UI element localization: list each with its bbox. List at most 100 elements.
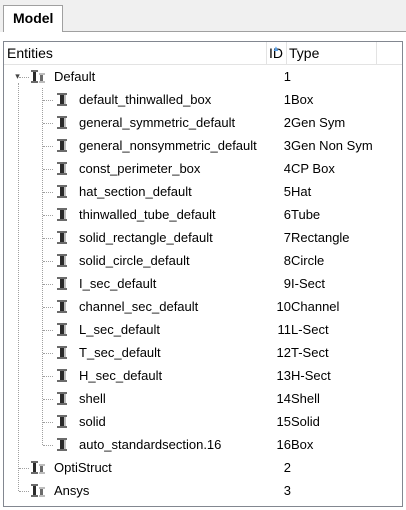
tree-row-label: Default bbox=[54, 69, 96, 84]
tree-row-label: auto_standardsection.16 bbox=[79, 437, 222, 452]
beam-section-collector-icon bbox=[30, 483, 46, 498]
beam-section-icon bbox=[54, 253, 70, 268]
tree-row-child-8[interactable]: solid_circle_default 8 Circle bbox=[4, 249, 402, 272]
tree-row-label: solid_circle_default bbox=[79, 253, 190, 268]
tree-row-child-10[interactable]: channel_sec_default 10 Channel bbox=[4, 295, 402, 318]
beam-section-icon bbox=[54, 322, 70, 337]
tree-row-child-6[interactable]: thinwalled_tube_default 6 Tube bbox=[4, 203, 402, 226]
tree-row-id: 1 bbox=[283, 92, 291, 107]
tree-row-type: Channel bbox=[291, 299, 340, 314]
beam-section-icon bbox=[54, 207, 70, 222]
beam-section-icon bbox=[54, 138, 70, 153]
column-header-filler bbox=[377, 42, 402, 64]
beam-section-icon bbox=[54, 184, 70, 199]
tree-row-type: Shell bbox=[291, 391, 320, 406]
tree-row-type: Solid bbox=[291, 414, 320, 429]
tree-row-id: 2 bbox=[283, 460, 291, 475]
column-header-entities[interactable]: Entities bbox=[4, 42, 267, 64]
tree-row-child-1[interactable]: default_thinwalled_box 1 Box bbox=[4, 88, 402, 111]
tree-row-id: 7 bbox=[283, 230, 291, 245]
tree-row-id: 10 bbox=[276, 299, 291, 314]
tree-row-type: Gen Sym bbox=[291, 115, 346, 130]
tree-row-id: 15 bbox=[276, 414, 291, 429]
tree-row-type: Circle bbox=[291, 253, 325, 268]
tree-row-id: 3 bbox=[283, 138, 291, 153]
tree-row-label: L_sec_default bbox=[79, 322, 160, 337]
beam-section-icon bbox=[54, 276, 70, 291]
tree-row-label: hat_section_default bbox=[79, 184, 192, 199]
tree-row-type: Box bbox=[291, 92, 314, 107]
tree-row-type: T-Sect bbox=[291, 345, 329, 360]
tree-row-child-5[interactable]: hat_section_default 5 Hat bbox=[4, 180, 402, 203]
tree-row-type: CP Box bbox=[291, 161, 335, 176]
beam-section-icon bbox=[54, 414, 70, 429]
tree-row-label: H_sec_default bbox=[79, 368, 163, 383]
tree-row-label: solid bbox=[79, 414, 106, 429]
tree-row-type: Box bbox=[291, 437, 314, 452]
column-header-type[interactable]: Type bbox=[287, 42, 377, 64]
tree-row-child-2[interactable]: general_symmetric_default 2 Gen Sym bbox=[4, 111, 402, 134]
beam-section-icon bbox=[54, 368, 70, 383]
tree-row-child-14[interactable]: shell 14 Shell bbox=[4, 387, 402, 410]
tree-row-label: T_sec_default bbox=[79, 345, 161, 360]
tree-row-id: 11 bbox=[277, 322, 292, 337]
tree-row-label: Ansys bbox=[54, 483, 90, 498]
tree-row-label: solid_rectangle_default bbox=[79, 230, 213, 245]
tree-row-label: channel_sec_default bbox=[79, 299, 199, 314]
tree-row-child-15[interactable]: solid 15 Solid bbox=[4, 410, 402, 433]
tree-row-child-16[interactable]: auto_standardsection.16 16 Box bbox=[4, 433, 402, 456]
tab-model[interactable]: Model bbox=[3, 5, 63, 32]
tree-row-type: Tube bbox=[291, 207, 321, 222]
tree-row-child-12[interactable]: T_sec_default 12 T-Sect bbox=[4, 341, 402, 364]
tree-row-child-7[interactable]: solid_rectangle_default 7 Rectangle bbox=[4, 226, 402, 249]
tree-row-id: 1 bbox=[283, 69, 291, 84]
tree-row-type: H-Sect bbox=[291, 368, 331, 383]
tree-row-label: OptiStruct bbox=[54, 460, 112, 475]
column-header: Entities ▲ ID Type bbox=[4, 42, 402, 65]
tree-row-label: default_thinwalled_box bbox=[79, 92, 212, 107]
tree-row-id: 6 bbox=[283, 207, 291, 222]
tree-row-id: 8 bbox=[283, 253, 291, 268]
tree-row-label: general_nonsymmetric_default bbox=[79, 138, 257, 153]
sort-ascending-icon: ▲ bbox=[272, 44, 280, 53]
tree-row-id: 4 bbox=[283, 161, 291, 176]
tree-row-type: I-Sect bbox=[291, 276, 325, 291]
tree-row-label: I_sec_default bbox=[79, 276, 157, 291]
tree-row-id: 2 bbox=[283, 115, 291, 130]
tree-row-label: shell bbox=[79, 391, 106, 406]
beam-section-icon bbox=[54, 391, 70, 406]
beam-section-icon bbox=[54, 161, 70, 176]
tree-row-child-11[interactable]: L_sec_default 11 L-Sect bbox=[4, 318, 402, 341]
tree-row-id: 14 bbox=[276, 391, 291, 406]
column-header-id[interactable]: ▲ ID bbox=[267, 42, 287, 64]
model-panel: Entities ▲ ID Type ▾ Default 1 default_thin… bbox=[0, 32, 406, 510]
beam-section-icon bbox=[54, 115, 70, 130]
tree-row-id: 12 bbox=[276, 345, 291, 360]
tree-row-id: 13 bbox=[276, 368, 291, 383]
model-browser: Model Entities ▲ ID Type ▾ Default 1 defaul… bbox=[0, 0, 406, 510]
tree-row-child-4[interactable]: const_perimeter_box 4 CP Box bbox=[4, 157, 402, 180]
tree-row-label: thinwalled_tube_default bbox=[79, 207, 216, 222]
beam-section-collector-icon bbox=[30, 460, 46, 475]
tree-row-default[interactable]: ▾ Default 1 bbox=[4, 65, 402, 88]
beam-section-icon bbox=[54, 92, 70, 107]
tree-row-optistruct[interactable]: OptiStruct 2 bbox=[4, 456, 402, 479]
tree-row-id: 3 bbox=[283, 483, 291, 498]
tree-row-ansys[interactable]: Ansys 3 bbox=[4, 479, 402, 502]
tree-row-type: L-Sect bbox=[291, 322, 329, 337]
tree-row-child-9[interactable]: I_sec_default 9 I-Sect bbox=[4, 272, 402, 295]
tree-row-type: Rectangle bbox=[291, 230, 350, 245]
tree-row-label: const_perimeter_box bbox=[79, 161, 201, 176]
tree-row-type: Hat bbox=[291, 184, 312, 199]
beam-section-collector-icon bbox=[30, 69, 46, 84]
tree-row-child-13[interactable]: H_sec_default 13 H-Sect bbox=[4, 364, 402, 387]
tree-row-label: general_symmetric_default bbox=[79, 115, 236, 130]
beam-section-icon bbox=[54, 345, 70, 360]
tree-row-id: 16 bbox=[276, 437, 291, 452]
tree-row-type: Gen Non Sym bbox=[291, 138, 373, 153]
entity-tree: Entities ▲ ID Type ▾ Default 1 default_thin… bbox=[3, 41, 403, 507]
tree-row-child-3[interactable]: general_nonsymmetric_default 3 Gen Non Sym bbox=[4, 134, 402, 157]
beam-section-icon bbox=[54, 230, 70, 245]
tree-row-id: 5 bbox=[283, 184, 291, 199]
collapse-arrow-icon[interactable]: ▾ bbox=[13, 72, 22, 81]
